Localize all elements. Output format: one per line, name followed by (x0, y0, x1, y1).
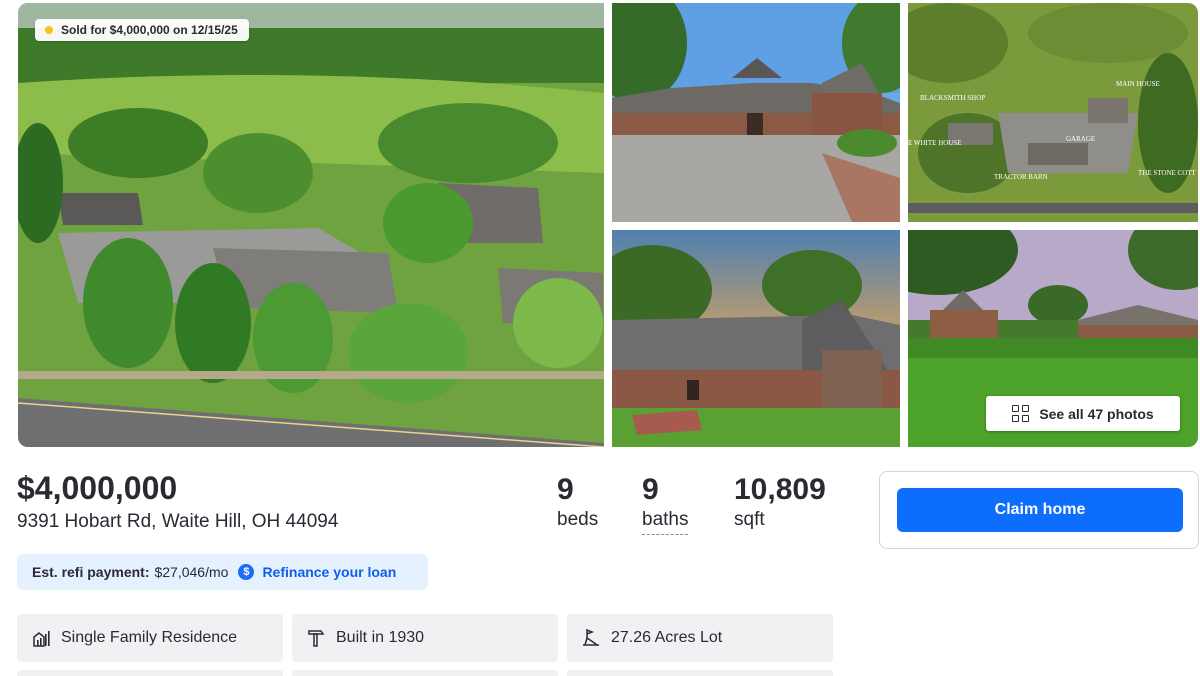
beds-label: beds (557, 509, 599, 530)
see-all-photos-button[interactable]: See all 47 photos (986, 396, 1180, 431)
see-all-photos-label: See all 47 photos (1039, 405, 1154, 422)
fact-property-type: Single Family Residence (17, 614, 283, 662)
aerial-label-garage: GARAGE (1066, 135, 1095, 143)
sqft-stat: 10,809 sqft (734, 472, 826, 532)
aerial-label-tractor-barn: TRACTOR BARN (994, 173, 1048, 181)
dollar-icon: $ (238, 564, 255, 580)
sold-status-dot-icon (45, 26, 53, 34)
beds-value: 9 (557, 473, 574, 506)
photo-aerial-labeled[interactable]: BLACKSMITH SHOP MAIN HOUSE GARAGE E WHIT… (908, 3, 1198, 222)
photo-gallery: Sold for $4,000,000 on 12/15/25 BLACKSMI… (18, 3, 1200, 447)
refinance-link[interactable]: Refinance your loan (262, 564, 396, 580)
sold-badge: Sold for $4,000,000 on 12/15/25 (35, 19, 249, 41)
fact-lot-size: 27.26 Acres Lot (567, 614, 833, 662)
photo-lawn-buildings[interactable]: See all 47 photos (908, 230, 1198, 447)
aerial-label-main-house: MAIN HOUSE (1116, 80, 1160, 88)
claim-home-button[interactable]: Claim home (897, 488, 1183, 532)
aerial-label-white-house: E WHITE HOUSE (908, 139, 962, 147)
fact-label: Built in 1930 (336, 629, 425, 646)
listing-price: $4,000,000 (17, 470, 178, 506)
baths-value: 9 (642, 473, 659, 506)
aerial-label-blacksmith: BLACKSMITH SHOP (920, 94, 985, 102)
grid-icon (1012, 405, 1030, 422)
fact-label: Single Family Residence (61, 629, 238, 646)
aerial-label-stone-cottage: THE STONE COTT (1138, 169, 1197, 177)
fact-year-built: Built in 1930 (292, 614, 558, 662)
sqft-value: 10,809 (734, 473, 826, 506)
baths-stat[interactable]: 9 baths (642, 472, 689, 535)
refi-payment-banner: Est. refi payment: $27,046/mo $ Refinanc… (17, 554, 428, 590)
lot-size-icon (583, 628, 599, 646)
fact-card-partial (17, 670, 283, 676)
claim-home-card: Claim home (879, 471, 1199, 549)
main-photo[interactable]: Sold for $4,000,000 on 12/15/25 (18, 3, 604, 447)
photo-courtyard[interactable] (612, 3, 900, 222)
listing-address: 9391 Hobart Rd, Waite Hill, OH 44094 (17, 511, 339, 532)
beds-stat: 9 beds (557, 472, 598, 532)
refi-amount: $27,046/mo (154, 564, 229, 580)
refi-label: Est. refi payment: (32, 564, 150, 580)
photo-sunset-house[interactable] (612, 230, 900, 447)
sqft-label: sqft (734, 509, 765, 530)
sold-badge-text: Sold for $4,000,000 on 12/15/25 (61, 23, 238, 37)
hammer-icon (308, 630, 325, 647)
fact-card-partial (292, 670, 558, 676)
baths-label[interactable]: baths (642, 508, 689, 535)
building-chart-icon (33, 631, 50, 647)
fact-label: 27.26 Acres Lot (611, 629, 723, 646)
fact-card-partial (567, 670, 833, 676)
